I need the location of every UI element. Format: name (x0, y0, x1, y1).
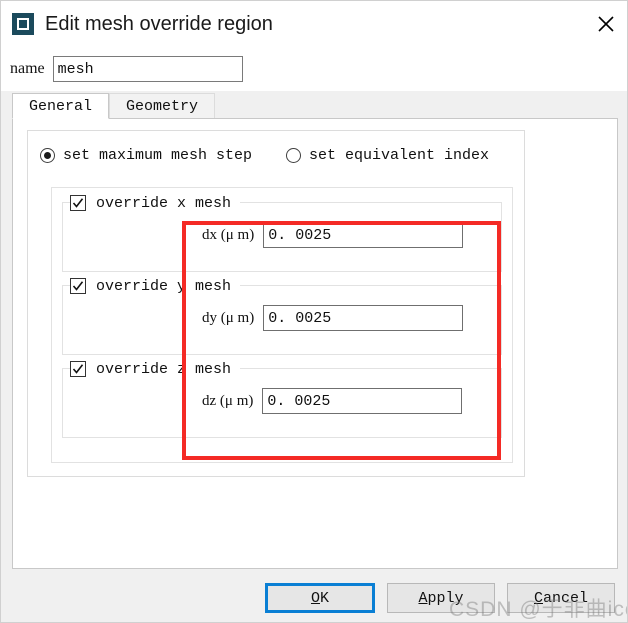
tab-geometry[interactable]: Geometry (109, 93, 216, 119)
ok-button-mnemonic: O (310, 589, 320, 607)
cancel-button[interactable]: Cancel (507, 583, 615, 613)
axis-overrides-container: override x mesh dx (μ m) 0. 0025 overrid… (51, 187, 513, 463)
cancel-button-label: ancel (543, 589, 589, 607)
apply-button-mnemonic: A (418, 589, 428, 607)
radio-set-maximum-mesh-step[interactable]: set maximum mesh step (40, 147, 252, 164)
dialog-title: Edit mesh override region (45, 12, 273, 35)
field-row-dz: dz (μ m) (202, 388, 463, 414)
input-dy[interactable] (263, 305, 464, 331)
name-input[interactable] (52, 56, 243, 82)
label-dx: dx (μ m) (202, 226, 255, 243)
checkbox-override-y-mesh[interactable]: override y mesh (70, 277, 241, 295)
ok-button[interactable]: OK (265, 583, 375, 613)
mesh-mode-radio-group: set maximum mesh step set equivalent ind… (40, 147, 489, 164)
axis-group-z: override z mesh dz (μ m) (62, 360, 502, 438)
radio-label-equivalent-index: set equivalent index (309, 147, 490, 164)
cancel-button-mnemonic: C (533, 589, 543, 607)
mesh-settings-panel: set maximum mesh step set equivalent ind… (27, 130, 525, 477)
input-dz[interactable] (262, 388, 463, 414)
label-dy: dy (μ m) (202, 309, 255, 326)
axis-group-y: override y mesh dy (μ m) (62, 277, 502, 355)
name-label: name (10, 60, 45, 77)
dialog-window: Edit mesh override region name General G… (0, 0, 628, 623)
dialog-footer: OK Apply Cancel (1, 569, 627, 622)
mesh-region-icon (12, 13, 34, 35)
checkbox-label-override-y-mesh: override y mesh (96, 277, 237, 295)
checkbox-override-x-mesh[interactable]: override x mesh (70, 194, 241, 212)
checkbox-checked-icon (70, 361, 86, 377)
checkbox-checked-icon (70, 278, 86, 294)
name-row: name (1, 47, 627, 91)
field-row-dx: dx (μ m) (202, 222, 464, 248)
checkbox-checked-icon (70, 195, 86, 211)
radio-set-equivalent-index[interactable]: set equivalent index (286, 147, 489, 164)
tab-page-general: set maximum mesh step set equivalent ind… (12, 118, 618, 569)
ok-button-label: K (320, 589, 330, 607)
radio-on-icon (40, 148, 55, 163)
tab-general[interactable]: General (12, 93, 110, 119)
apply-button[interactable]: Apply (387, 583, 495, 613)
checkbox-override-z-mesh[interactable]: override z mesh (70, 360, 241, 378)
radio-label-max-mesh-step: set maximum mesh step (63, 147, 253, 164)
axis-group-x: override x mesh dx (μ m) (62, 194, 502, 272)
label-dz: dz (μ m) (202, 392, 254, 409)
checkbox-label-override-x-mesh: override x mesh (96, 194, 237, 212)
radio-off-icon (286, 148, 302, 163)
apply-button-label: pply (427, 589, 464, 607)
input-dx[interactable] (263, 222, 464, 248)
field-row-dy: dy (μ m) (202, 305, 464, 331)
close-icon[interactable] (583, 1, 627, 47)
title-bar: Edit mesh override region (1, 1, 627, 47)
checkbox-label-override-z-mesh: override z mesh (96, 360, 237, 378)
tab-strip: General Geometry (12, 93, 618, 119)
